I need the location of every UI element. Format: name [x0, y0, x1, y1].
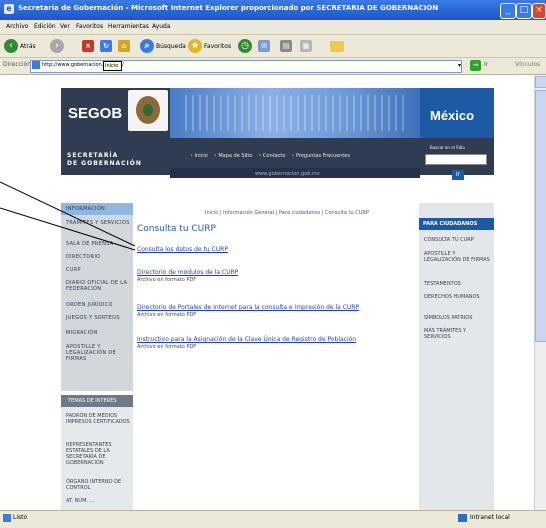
folder-icon [330, 40, 344, 52]
right-nav-consulta-curp[interactable]: CONSULTA TU CURP [424, 237, 492, 243]
menu-favoritos[interactable]: Favoritos [76, 23, 103, 30]
temas-title: TEMAS DE INTERÉS [61, 395, 133, 407]
temas-item-more[interactable]: AT. NÚM. ... [66, 498, 132, 504]
site-search-label: Buscar en el Sitio [430, 145, 465, 150]
breadcrumb[interactable]: Inicio | Información General | Para ciud… [205, 210, 369, 216]
right-nav-testamentos[interactable]: TESTAMENTOS [424, 281, 492, 287]
scroll-up-button[interactable] [535, 76, 546, 88]
left-nav-juegos[interactable]: JUEGOS Y SORTEOS [66, 315, 132, 321]
top-navigation: Inicio Mapa de Sitio Contacto Preguntas … [190, 153, 415, 159]
close-button[interactable]: × [532, 3, 546, 19]
edit-icon: ▦ [300, 40, 312, 52]
temas-item-representantes[interactable]: REPRESENTANTES ESTATALES DE LA SECRETARÍ… [66, 442, 132, 466]
link-directorio-portales[interactable]: Directorio de Portales de Internet para … [137, 304, 359, 311]
window-title: Secretaría de Gobernación - Microsoft In… [18, 4, 439, 12]
left-nav-diario-oficial[interactable]: DIARIO OFICIAL DE LA FEDERACIÓN [66, 280, 132, 292]
links-label[interactable]: Vínculos [515, 61, 540, 68]
go-label: Ir [484, 61, 489, 68]
scroll-thumb[interactable] [535, 90, 546, 342]
forward-arrow-icon: › [50, 39, 64, 53]
address-tooltip: Inicio [103, 61, 122, 71]
home-button[interactable]: ⌂ [118, 38, 130, 54]
nav-contacto[interactable]: Contacto [258, 153, 286, 159]
mexico-logo[interactable]: México [430, 108, 474, 123]
nav-inicio[interactable]: Inicio [190, 153, 208, 159]
go-button[interactable]: → [470, 60, 481, 71]
left-nav-curp[interactable]: CURP [66, 267, 132, 273]
intranet-icon [458, 514, 467, 522]
refresh-button[interactable]: ↻ [100, 38, 112, 54]
security-zone: Intranet local [470, 514, 510, 521]
page-icon [32, 61, 40, 69]
back-arrow-icon: ‹ [4, 39, 18, 53]
favorites-label: Favoritos [204, 42, 232, 50]
link-consulta-datos[interactable]: Consulta los datos de tu CURP [137, 246, 228, 253]
star-icon: ★ [188, 39, 202, 53]
link-directorio-modulos[interactable]: Directorio de módulos de la CURP [137, 269, 238, 276]
left-nav-apostille[interactable]: APOSTILLE Y LEGALIZACIÓN DE FIRMAS [66, 344, 132, 362]
mail-icon: ✉ [258, 40, 270, 52]
right-nav-simbolos[interactable]: SÍMBOLOS PATRIOS [424, 315, 492, 321]
minimize-button[interactable]: _ [500, 3, 516, 19]
stop-button[interactable]: × [82, 38, 94, 54]
page-title: Consulta tu CURP [137, 224, 216, 234]
search-button[interactable]: ⌕ Búsqueda [140, 38, 186, 54]
right-sidebar [419, 203, 494, 510]
refresh-icon: ↻ [100, 40, 112, 52]
print-icon: ▤ [280, 40, 292, 52]
menu-ver[interactable]: Ver [60, 23, 70, 30]
edit-button[interactable]: ▦ [300, 38, 312, 54]
history-icon: ◷ [238, 39, 252, 53]
right-nav-mas-tramites[interactable]: MÁS TRÁMITES Y SERVICIOS [424, 328, 492, 340]
temas-item-padron[interactable]: PADRÓN DE MEDIOS IMPRESOS CERTIFICADOS [66, 413, 132, 425]
print-button[interactable]: ▤ [280, 38, 292, 54]
link-instructivo[interactable]: Instructivo para la Asignación de la Cla… [137, 336, 356, 343]
right-nav-apostille[interactable]: APOSTILLE Y LEGALIZACIÓN DE FIRMAS [424, 251, 492, 263]
segob-logo[interactable]: SEGOB [68, 105, 122, 122]
menu-edicion[interactable]: Edición [34, 23, 56, 30]
menu-herramientas[interactable]: Herramientas [108, 23, 149, 30]
seal-center-icon [143, 104, 153, 116]
ie-icon: e [4, 4, 14, 14]
site-search-input[interactable] [425, 154, 487, 165]
home-icon: ⌂ [118, 40, 130, 52]
stop-icon: × [82, 40, 94, 52]
link-sub-pdf: Archivo en formato PDF [137, 312, 197, 318]
nav-preguntas[interactable]: Preguntas Frecuentes [291, 153, 350, 159]
link-sub-pdf: Archivo en formato PDF [137, 277, 197, 283]
menu-ayuda[interactable]: Ayuda [152, 23, 171, 30]
address-dropdown-icon[interactable]: ▾ [458, 62, 461, 69]
banner-pattern [185, 95, 405, 131]
link-sub-pdf: Archivo en formato PDF [137, 344, 197, 350]
left-nav-orden-juridico[interactable]: ORDEN JURÍDICO [66, 302, 132, 308]
folder-button[interactable] [330, 38, 344, 54]
back-button[interactable]: ‹ Atrás [4, 38, 36, 54]
search-icon: ⌕ [140, 39, 154, 53]
menu-archivo[interactable]: Archivo [6, 23, 28, 30]
favorites-button[interactable]: ★ Favoritos [188, 38, 231, 54]
mail-button[interactable]: ✉ [258, 38, 270, 54]
left-nav-migracion[interactable]: MIGRACIÓN [66, 330, 132, 336]
forward-button[interactable]: › [50, 38, 64, 54]
maximize-button[interactable]: □ [516, 3, 532, 19]
history-button[interactable]: ◷ [238, 38, 252, 54]
site-search-button[interactable]: Ir [452, 170, 464, 180]
callout-lines [0, 181, 136, 251]
back-label: Atrás [20, 42, 36, 50]
temas-item-organo[interactable]: ÓRGANO INTERNO DE CONTROL [66, 479, 132, 491]
address-label: Dirección [3, 61, 32, 68]
nav-mapa-sitio[interactable]: Mapa de Sitio [214, 153, 252, 159]
search-label: Búsqueda [156, 42, 186, 50]
status-text: Listo [13, 514, 28, 521]
site-url: www.gobernacion.gob.mx [255, 171, 320, 177]
status-page-icon [3, 514, 11, 522]
right-nav-derechos[interactable]: DERECHOS HUMANOS [424, 294, 492, 300]
right-sidebar-title: PARA CIUDADANOS [419, 218, 494, 230]
